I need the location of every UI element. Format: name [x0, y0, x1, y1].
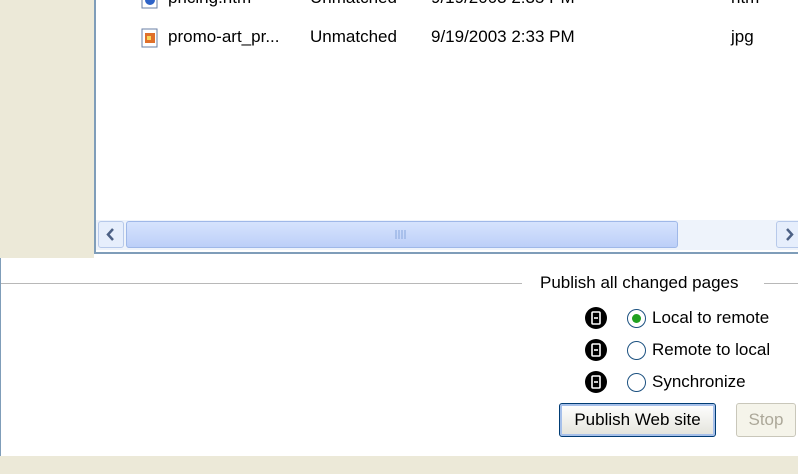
scroll-grip-icon — [395, 230, 406, 239]
radio-label-remote-to-local[interactable]: Remote to local — [652, 340, 770, 360]
html-file-icon — [141, 0, 158, 9]
radio-remote-to-local[interactable] — [627, 341, 646, 360]
file-type: jpg — [731, 27, 754, 46]
publish-web-site-button[interactable]: Publish Web site — [559, 403, 716, 437]
scroll-left-button[interactable] — [98, 221, 124, 248]
chevron-right-icon — [786, 228, 794, 241]
file-name: pricing.htm — [168, 0, 251, 8]
file-list[interactable]: pricing.htm Unmatched 9/19/2003 2:35 PM … — [94, 0, 798, 254]
file-modified: 9/19/2003 2:33 PM — [431, 27, 575, 46]
radio-label-synchronize[interactable]: Synchronize — [652, 372, 746, 392]
scroll-right-button[interactable] — [776, 221, 798, 248]
stop-button[interactable]: Stop — [736, 403, 796, 437]
file-type: htm — [731, 0, 759, 8]
bottom-status-band — [0, 456, 798, 474]
file-status: Unmatched — [310, 0, 397, 8]
callout-badge-icon — [585, 371, 607, 393]
callout-badge-icon — [585, 307, 607, 329]
radio-selected-dot — [632, 314, 641, 323]
left-panel-border — [0, 258, 1, 456]
left-panel-strip — [0, 0, 94, 258]
list-item[interactable]: pricing.htm Unmatched 9/19/2003 2:35 PM … — [96, 0, 796, 12]
radio-synchronize[interactable] — [627, 373, 646, 392]
group-divider-left — [1, 283, 522, 284]
callout-badge-icon — [585, 339, 607, 361]
radio-label-local-to-remote[interactable]: Local to remote — [652, 308, 769, 328]
publish-group-title: Publish all changed pages — [540, 273, 739, 292]
file-status: Unmatched — [310, 27, 397, 46]
image-file-icon — [141, 28, 158, 48]
file-modified: 9/19/2003 2:35 PM — [431, 0, 575, 8]
list-item[interactable]: promo-art_pr... Unmatched 9/19/2003 2:33… — [96, 25, 796, 51]
group-divider-right — [764, 283, 798, 284]
radio-local-to-remote[interactable] — [627, 309, 646, 328]
chevron-left-icon — [106, 228, 114, 241]
file-name: promo-art_pr... — [168, 27, 280, 46]
